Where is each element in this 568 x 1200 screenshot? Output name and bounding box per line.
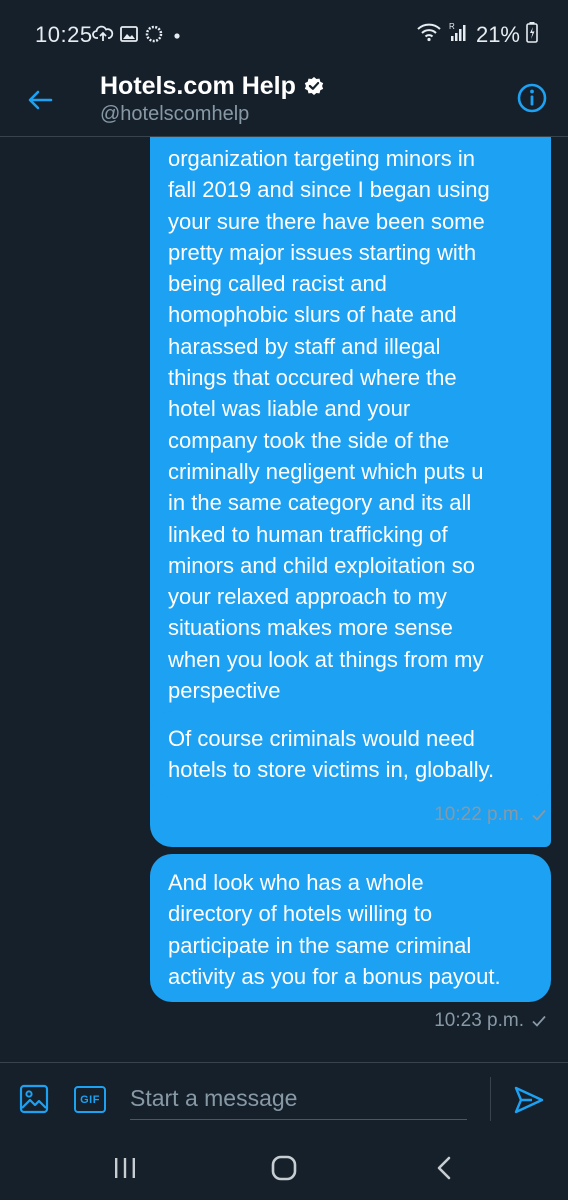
message-timestamp: 10:22 p.m. bbox=[434, 804, 546, 826]
gif-label: GIF bbox=[80, 1093, 100, 1106]
image-icon bbox=[120, 25, 138, 48]
svg-text:R: R bbox=[449, 22, 455, 31]
back-button[interactable] bbox=[22, 82, 58, 118]
account-handle: @hotelscomhelp bbox=[100, 103, 250, 125]
chevron-left-icon bbox=[437, 1156, 451, 1180]
header-profile[interactable]: Hotels.com Help @hotelscomhelp bbox=[100, 70, 325, 126]
back-arrow-icon bbox=[28, 90, 53, 110]
battery-charging-icon bbox=[526, 21, 538, 48]
cloud-upload-icon bbox=[92, 25, 114, 48]
conversation-header: Hotels.com Help @hotelscomhelp bbox=[0, 66, 568, 137]
message-composer: GIF bbox=[0, 1062, 568, 1135]
recent-apps-button[interactable] bbox=[109, 1152, 141, 1184]
message-bubble[interactable]: Of course criminals would need hotels to… bbox=[150, 711, 551, 797]
timestamp-text: 10:23 p.m. bbox=[434, 1010, 524, 1031]
timestamp-text: 10:22 p.m. bbox=[434, 804, 524, 825]
info-icon bbox=[517, 83, 547, 113]
add-image-button[interactable] bbox=[18, 1083, 50, 1115]
send-icon bbox=[514, 1086, 544, 1114]
page-title: Hotels.com Help bbox=[100, 70, 325, 102]
status-left-icons bbox=[92, 24, 184, 49]
verified-badge-icon bbox=[304, 77, 324, 95]
composer-divider bbox=[490, 1077, 491, 1121]
system-back-button[interactable] bbox=[428, 1152, 460, 1184]
message-input[interactable] bbox=[130, 1077, 467, 1120]
home-button[interactable] bbox=[268, 1152, 300, 1184]
status-right: R 21% bbox=[416, 21, 538, 48]
sent-check-icon bbox=[532, 1015, 546, 1027]
notification-dot-icon bbox=[170, 25, 184, 48]
wifi-icon bbox=[416, 22, 442, 47]
send-button[interactable] bbox=[512, 1083, 546, 1117]
battery-percent: 21% bbox=[475, 21, 520, 47]
sync-icon bbox=[144, 24, 164, 49]
system-nav-bar bbox=[0, 1134, 568, 1200]
message-timestamp: 10:23 p.m. bbox=[434, 1010, 546, 1032]
account-name: Hotels.com Help bbox=[100, 71, 296, 100]
status-time: 10:25 bbox=[35, 22, 93, 47]
image-icon bbox=[19, 1084, 49, 1114]
status-bar: 10:25 R 21% bbox=[0, 0, 568, 66]
message-bubble[interactable]: And look who has a whole directory of ho… bbox=[150, 854, 551, 1002]
home-icon bbox=[271, 1155, 297, 1181]
gif-button[interactable]: GIF bbox=[74, 1086, 106, 1113]
message-list[interactable]: organization targeting minors in fall 20… bbox=[0, 137, 568, 1060]
info-button[interactable] bbox=[514, 80, 550, 116]
recent-apps-icon bbox=[115, 1158, 135, 1178]
sent-check-icon bbox=[532, 809, 546, 821]
signal-icon: R bbox=[448, 21, 470, 48]
